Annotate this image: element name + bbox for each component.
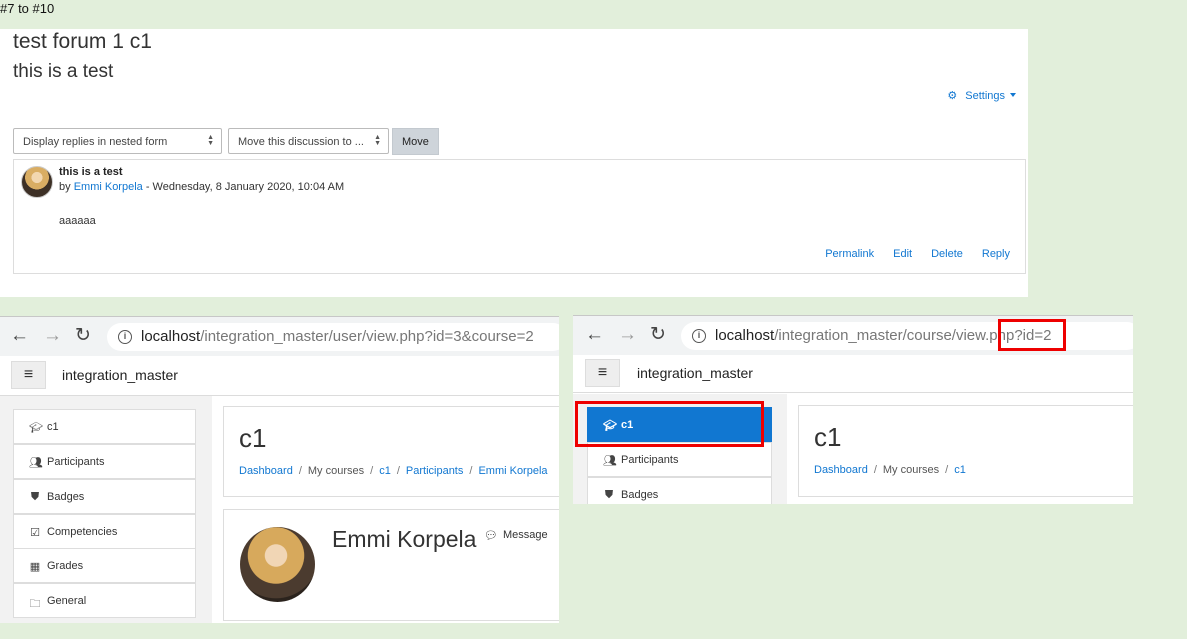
comment-icon: 💬︎ bbox=[484, 530, 498, 542]
select-arrows-icon: ▲ ▼ bbox=[374, 134, 381, 147]
profile-name: Emmi Korpela bbox=[332, 526, 477, 552]
edit-link[interactable]: Edit bbox=[893, 248, 912, 260]
url-host: localhost bbox=[141, 328, 201, 345]
breadcrumb: Dashboard / My courses / c1 bbox=[814, 464, 966, 476]
reload-icon[interactable]: ↻ bbox=[650, 325, 666, 345]
forum-post: this is a test by Emmi Korpela - Wednesd… bbox=[13, 159, 1026, 274]
nav-item-badges[interactable]: ⛊ Badges bbox=[587, 477, 772, 504]
message-label: Message bbox=[502, 529, 548, 541]
menu-toggle-button[interactable]: ≡ bbox=[11, 361, 46, 389]
post-byline: by Emmi Korpela - Wednesday, 8 January 2… bbox=[59, 181, 344, 193]
nav-item-label: c1 bbox=[47, 421, 59, 433]
nav-drawer: 🎓︎ c1 👥︎ Participants ⛊ Badges ☑ Competencie… bbox=[0, 396, 212, 623]
nav-item-competencies[interactable]: ☑ Competencies bbox=[13, 514, 196, 549]
post-date: - Wednesday, 8 January 2020, 10:04 AM bbox=[142, 181, 345, 193]
breadcrumb-course[interactable]: c1 bbox=[954, 464, 966, 476]
nav-item-participants[interactable]: 👥︎ Participants bbox=[587, 442, 772, 477]
info-icon[interactable]: i bbox=[692, 329, 706, 343]
post-actions: Permalink Edit Delete Reply bbox=[825, 248, 1010, 260]
forward-arrow-icon[interactable]: → bbox=[43, 326, 62, 346]
nav-item-participants[interactable]: 👥︎ Participants bbox=[13, 444, 196, 479]
caption: #7 to #10 bbox=[0, 1, 55, 16]
nav-item-c1[interactable]: 🎓︎ c1 bbox=[13, 409, 196, 444]
course-title: c1 bbox=[239, 423, 267, 453]
check-square-icon: ☑ bbox=[30, 527, 40, 539]
page-header-card: c1 Dashboard / My courses / c1 bbox=[798, 405, 1133, 497]
breadcrumb-my-courses: My courses bbox=[882, 464, 940, 476]
avatar[interactable] bbox=[21, 166, 53, 198]
post-subject: this is a test bbox=[59, 166, 123, 178]
breadcrumb-course[interactable]: c1 bbox=[379, 465, 391, 477]
reply-link[interactable]: Reply bbox=[982, 248, 1010, 260]
settings-label: Settings bbox=[965, 89, 1005, 102]
message-button[interactable]: 💬︎ Message bbox=[484, 529, 548, 542]
forum-title: test forum 1 c1 bbox=[13, 30, 152, 53]
menu-toggle-button[interactable]: ≡ bbox=[585, 359, 620, 387]
breadcrumb-my-courses: My courses bbox=[307, 465, 365, 477]
breadcrumb: Dashboard / My courses / c1/Participants / Emm… bbox=[239, 465, 548, 477]
breadcrumb-participants[interactable]: Participants bbox=[406, 465, 463, 477]
shield-icon: ⛊ bbox=[30, 491, 40, 503]
course-title: c1 bbox=[814, 422, 842, 452]
users-icon: 👥︎ bbox=[603, 455, 617, 467]
author-link[interactable]: Emmi Korpela bbox=[74, 181, 143, 193]
byline-prefix: by bbox=[59, 181, 74, 193]
browser-toolbar: ← → ↻ i localhost/integration_master/use… bbox=[0, 316, 559, 356]
reload-icon[interactable]: ↻ bbox=[75, 326, 91, 346]
site-navbar: ≡ integration_master bbox=[573, 355, 1133, 393]
user-profile-screenshot: ← → ↻ i localhost/integration_master/use… bbox=[0, 316, 559, 623]
url-path: /integration_master/user/view.php?id=3&c… bbox=[200, 328, 534, 345]
info-icon[interactable]: i bbox=[118, 330, 132, 344]
nav-item-label: Participants bbox=[621, 454, 679, 466]
nav-item-label: Badges bbox=[47, 491, 85, 503]
breadcrumb-dashboard[interactable]: Dashboard bbox=[239, 465, 293, 477]
nav-item-label: Badges bbox=[621, 489, 659, 501]
nav-item-label: General bbox=[47, 595, 87, 607]
display-mode-select[interactable]: Display replies in nested form ▲ ▼ bbox=[13, 128, 222, 154]
url-host: localhost bbox=[715, 327, 775, 344]
forward-arrow-icon[interactable]: → bbox=[618, 325, 637, 345]
address-bar[interactable]: i localhost/integration_master/user/view… bbox=[107, 323, 559, 351]
url-highlight-box bbox=[998, 319, 1066, 351]
shield-icon: ⛊ bbox=[604, 489, 614, 501]
nav-item-label: Participants bbox=[47, 456, 105, 468]
caret-down-icon bbox=[1010, 92, 1016, 97]
graduation-cap-icon: 🎓︎ bbox=[29, 422, 43, 434]
page-header-card: c1 Dashboard / My courses / c1/Participants /… bbox=[223, 406, 559, 497]
display-mode-value: Display replies in nested form bbox=[23, 136, 168, 148]
move-discussion-value: Move this discussion to ... bbox=[238, 136, 364, 148]
nav-item-grades[interactable]: ▦ Grades bbox=[13, 548, 196, 583]
nav-item-badges[interactable]: ⛊ Badges bbox=[13, 479, 196, 514]
profile-card: Emmi Korpela 💬︎ Message bbox=[223, 509, 559, 621]
discussion-title: this is a test bbox=[13, 61, 114, 82]
nav-highlight-box bbox=[575, 401, 764, 447]
nav-item-label: Grades bbox=[47, 560, 84, 572]
users-icon: 👥︎ bbox=[29, 457, 43, 469]
breadcrumb-user[interactable]: Emmi Korpela bbox=[478, 465, 547, 477]
delete-link[interactable]: Delete bbox=[931, 248, 963, 260]
site-navbar: ≡ integration_master bbox=[0, 356, 559, 396]
course-view-screenshot: ← → ↻ i localhost/integration_master/cou… bbox=[573, 315, 1133, 504]
back-arrow-icon[interactable]: ← bbox=[10, 326, 29, 346]
move-button[interactable]: Move bbox=[392, 128, 439, 155]
site-name[interactable]: integration_master bbox=[637, 365, 753, 381]
move-discussion-select[interactable]: Move this discussion to ... ▲ ▼ bbox=[228, 128, 389, 154]
nav-item-general[interactable]: 🗀︎ General bbox=[13, 583, 196, 618]
settings-menu[interactable]: ⚙ Settings bbox=[947, 89, 1016, 102]
avatar bbox=[240, 527, 315, 602]
select-arrows-icon: ▲ ▼ bbox=[207, 134, 214, 147]
site-name[interactable]: integration_master bbox=[62, 367, 178, 383]
folder-icon: 🗀︎ bbox=[29, 598, 41, 610]
table-icon: ▦ bbox=[29, 561, 41, 573]
gear-icon: ⚙ bbox=[947, 90, 958, 102]
back-arrow-icon[interactable]: ← bbox=[585, 325, 604, 345]
permalink-link[interactable]: Permalink bbox=[825, 248, 874, 260]
forum-discussion-panel: test forum 1 c1 this is a test ⚙ Setting… bbox=[0, 29, 1028, 297]
breadcrumb-dashboard[interactable]: Dashboard bbox=[814, 464, 868, 476]
nav-item-label: Competencies bbox=[47, 526, 118, 538]
post-body: aaaaaa bbox=[59, 215, 96, 227]
